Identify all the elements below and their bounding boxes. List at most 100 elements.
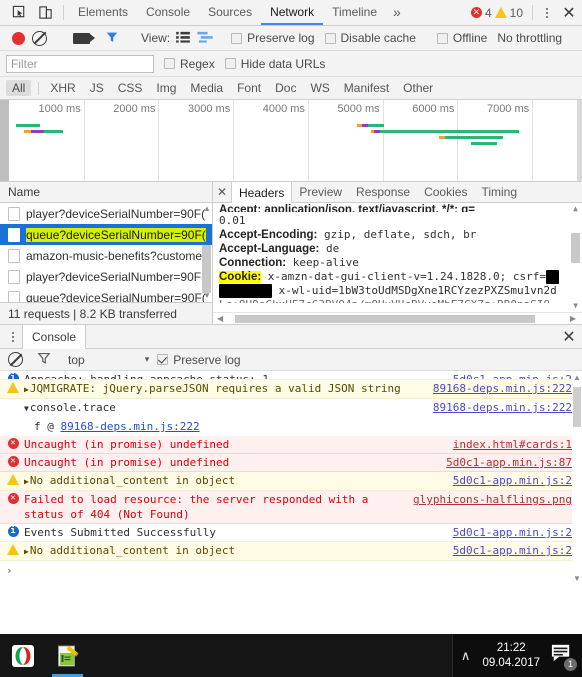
offline-checkbox[interactable]: Offline xyxy=(436,31,487,45)
request-list[interactable]: player?deviceSerialNumber=90F(queue?devi… xyxy=(0,203,212,302)
filter-input[interactable]: Filter xyxy=(6,54,154,73)
chevron-down-icon[interactable]: ▾ xyxy=(145,354,150,365)
type-filter-img[interactable]: Img xyxy=(150,80,182,96)
column-header-name[interactable]: Name xyxy=(0,182,212,203)
console-prompt[interactable]: › xyxy=(0,561,582,580)
record-button[interactable] xyxy=(12,31,25,45)
tab-cookies[interactable]: Cookies xyxy=(417,182,474,202)
tab-network[interactable]: Network xyxy=(261,0,324,25)
type-filter-xhr[interactable]: XHR xyxy=(44,80,81,96)
execution-context-select[interactable]: top xyxy=(68,353,85,367)
collapse-triangle-icon[interactable]: ▼ xyxy=(24,401,29,416)
console-message-list[interactable]: i Appcache: handling appcache status: 1 5d… xyxy=(0,371,582,585)
type-filter-other[interactable]: Other xyxy=(397,80,439,96)
request-list-scrollbar[interactable]: ▲ ▼ xyxy=(202,203,211,302)
scrollbar-thumb[interactable] xyxy=(235,315,535,323)
type-filter-media[interactable]: Media xyxy=(184,80,229,96)
stack-frame-link[interactable]: 89168-deps.min.js:222 xyxy=(61,420,200,433)
console-source-link[interactable]: index.html#cards:1 xyxy=(453,437,572,452)
close-icon[interactable]: ✕ xyxy=(213,182,231,202)
console-scrollbar[interactable]: ▲ ▼ xyxy=(572,371,582,585)
clear-console-icon[interactable] xyxy=(8,352,23,367)
console-message-row[interactable]: ✕ Uncaught (in promise) undefined index.ht… xyxy=(0,436,582,454)
hide-data-urls-checkbox[interactable]: Hide data URLs xyxy=(224,57,325,71)
console-source-link[interactable]: 5d0c1-app.min.js:87 xyxy=(446,455,572,470)
network-overview-chart[interactable]: 1000 ms 2000 ms 3000 ms 4000 ms 5000 ms 6000 … xyxy=(0,100,582,182)
type-filter-ws[interactable]: WS xyxy=(304,80,335,96)
request-headers-body[interactable]: Accept: application/json, text/javascrip… xyxy=(213,203,582,312)
disable-cache-checkbox[interactable]: Disable cache xyxy=(324,31,416,45)
scroll-down-arrow[interactable]: ▼ xyxy=(572,302,579,310)
kebab-menu-icon[interactable] xyxy=(4,325,22,349)
console-message-row[interactable]: ✕ Failed to load resource: the server res… xyxy=(0,491,582,524)
expand-triangle-icon[interactable]: ▶ xyxy=(24,382,29,397)
scroll-right-arrow[interactable]: ▶ xyxy=(570,314,576,323)
console-source-link[interactable]: 89168-deps.min.js:222 xyxy=(433,400,572,415)
console-message-row[interactable]: ▼console.trace 89168-deps.min.js:222 xyxy=(0,399,582,418)
funnel-icon[interactable] xyxy=(37,351,51,368)
console-source-link[interactable]: 5d0c1-app.min.js:2 xyxy=(453,543,572,558)
console-source-link[interactable]: 89168-deps.min.js:222 xyxy=(433,381,572,396)
device-toolbar-icon[interactable] xyxy=(32,0,58,25)
scroll-down-arrow[interactable]: ▼ xyxy=(203,292,211,300)
tab-console[interactable]: Console xyxy=(137,0,199,25)
tab-elements[interactable]: Elements xyxy=(69,0,137,25)
console-preserve-log-checkbox[interactable]: Preserve log xyxy=(157,353,241,367)
throttling-select[interactable]: No throttling xyxy=(497,31,562,45)
overview-left-handle[interactable] xyxy=(0,100,9,181)
type-filter-css[interactable]: CSS xyxy=(112,80,149,96)
notification-icon[interactable]: 1 xyxy=(550,643,577,671)
regex-checkbox[interactable]: Regex xyxy=(164,57,215,71)
tab-preview[interactable]: Preview xyxy=(292,182,349,202)
type-filter-manifest[interactable]: Manifest xyxy=(338,80,395,96)
tab-timeline[interactable]: Timeline xyxy=(323,0,386,25)
console-source-link[interactable]: 5d0c1-app.min.js:2 xyxy=(453,372,572,379)
scroll-left-arrow[interactable]: ◀ xyxy=(217,314,223,323)
taskbar-app-notepad-editor-icon[interactable] xyxy=(45,634,90,677)
request-row[interactable]: amazon-music-benefits?custome xyxy=(0,245,212,266)
tab-response[interactable]: Response xyxy=(349,182,417,202)
clear-icon[interactable] xyxy=(32,30,47,46)
console-message-row[interactable]: i Events Submitted Successfully 5d0c1-app.… xyxy=(0,524,582,542)
console-source-link[interactable]: 5d0c1-app.min.js:2 xyxy=(453,473,572,488)
type-filter-font[interactable]: Font xyxy=(231,80,267,96)
console-message-row[interactable]: ✕ Uncaught (in promise) undefined 5d0c1-ap… xyxy=(0,454,582,472)
expand-triangle-icon[interactable]: ▶ xyxy=(24,474,29,489)
preserve-log-checkbox[interactable]: Preserve log xyxy=(231,31,315,45)
more-tabs-button[interactable]: » xyxy=(386,0,408,25)
issue-counts[interactable]: ✕ 4 10 xyxy=(470,0,527,25)
scroll-up-arrow[interactable]: ▲ xyxy=(573,373,581,382)
scroll-up-arrow[interactable]: ▲ xyxy=(572,205,579,213)
headers-vertical-scrollbar[interactable]: ▲ ▼ xyxy=(571,203,580,312)
type-filter-js[interactable]: JS xyxy=(84,80,110,96)
close-icon[interactable]: ✕ xyxy=(556,0,582,25)
console-message-row[interactable]: ▶No additional_content in object 5d0c1-ap… xyxy=(0,472,582,491)
scroll-up-arrow[interactable]: ▲ xyxy=(203,205,211,213)
request-row[interactable]: queue?deviceSerialNumber=90F( xyxy=(0,287,212,302)
camera-icon[interactable] xyxy=(73,32,95,44)
console-source-link[interactable]: 5d0c1-app.min.js:2 xyxy=(453,525,572,540)
funnel-icon[interactable] xyxy=(105,30,119,47)
tab-sources[interactable]: Sources xyxy=(199,0,261,25)
show-hidden-icons-chevron-up-icon[interactable]: ∧ xyxy=(461,648,471,664)
request-row[interactable]: player?deviceSerialNumber=90F( xyxy=(0,203,212,224)
tab-console-drawer[interactable]: Console xyxy=(22,325,87,349)
kebab-menu-icon[interactable] xyxy=(538,0,556,25)
close-icon[interactable]: ✕ xyxy=(556,325,582,348)
request-row[interactable]: player?deviceSerialNumber=90F( xyxy=(0,266,212,287)
type-filter-doc[interactable]: Doc xyxy=(269,80,302,96)
list-view-icon[interactable] xyxy=(176,31,190,46)
console-message-row[interactable]: ▶No additional_content in object 5d0c1-ap… xyxy=(0,542,582,561)
console-message-row[interactable]: ▶JQMIGRATE: jQuery.parseJSON requires a … xyxy=(0,380,582,399)
waterfall-view-icon[interactable] xyxy=(197,31,213,46)
tab-headers[interactable]: Headers xyxy=(231,182,293,203)
scrollbar-thumb[interactable] xyxy=(202,245,211,293)
request-row[interactable]: queue?deviceSerialNumber=90F( xyxy=(0,224,212,245)
scroll-down-arrow[interactable]: ▼ xyxy=(573,574,581,583)
type-filter-all[interactable]: All xyxy=(6,80,32,96)
expand-triangle-icon[interactable]: ▶ xyxy=(24,544,29,559)
scrollbar-thumb[interactable] xyxy=(571,233,580,263)
inspect-element-icon[interactable] xyxy=(6,0,32,25)
overview-right-handle[interactable] xyxy=(577,100,582,181)
headers-horizontal-scrollbar[interactable]: ◀ ▶ xyxy=(213,312,582,324)
